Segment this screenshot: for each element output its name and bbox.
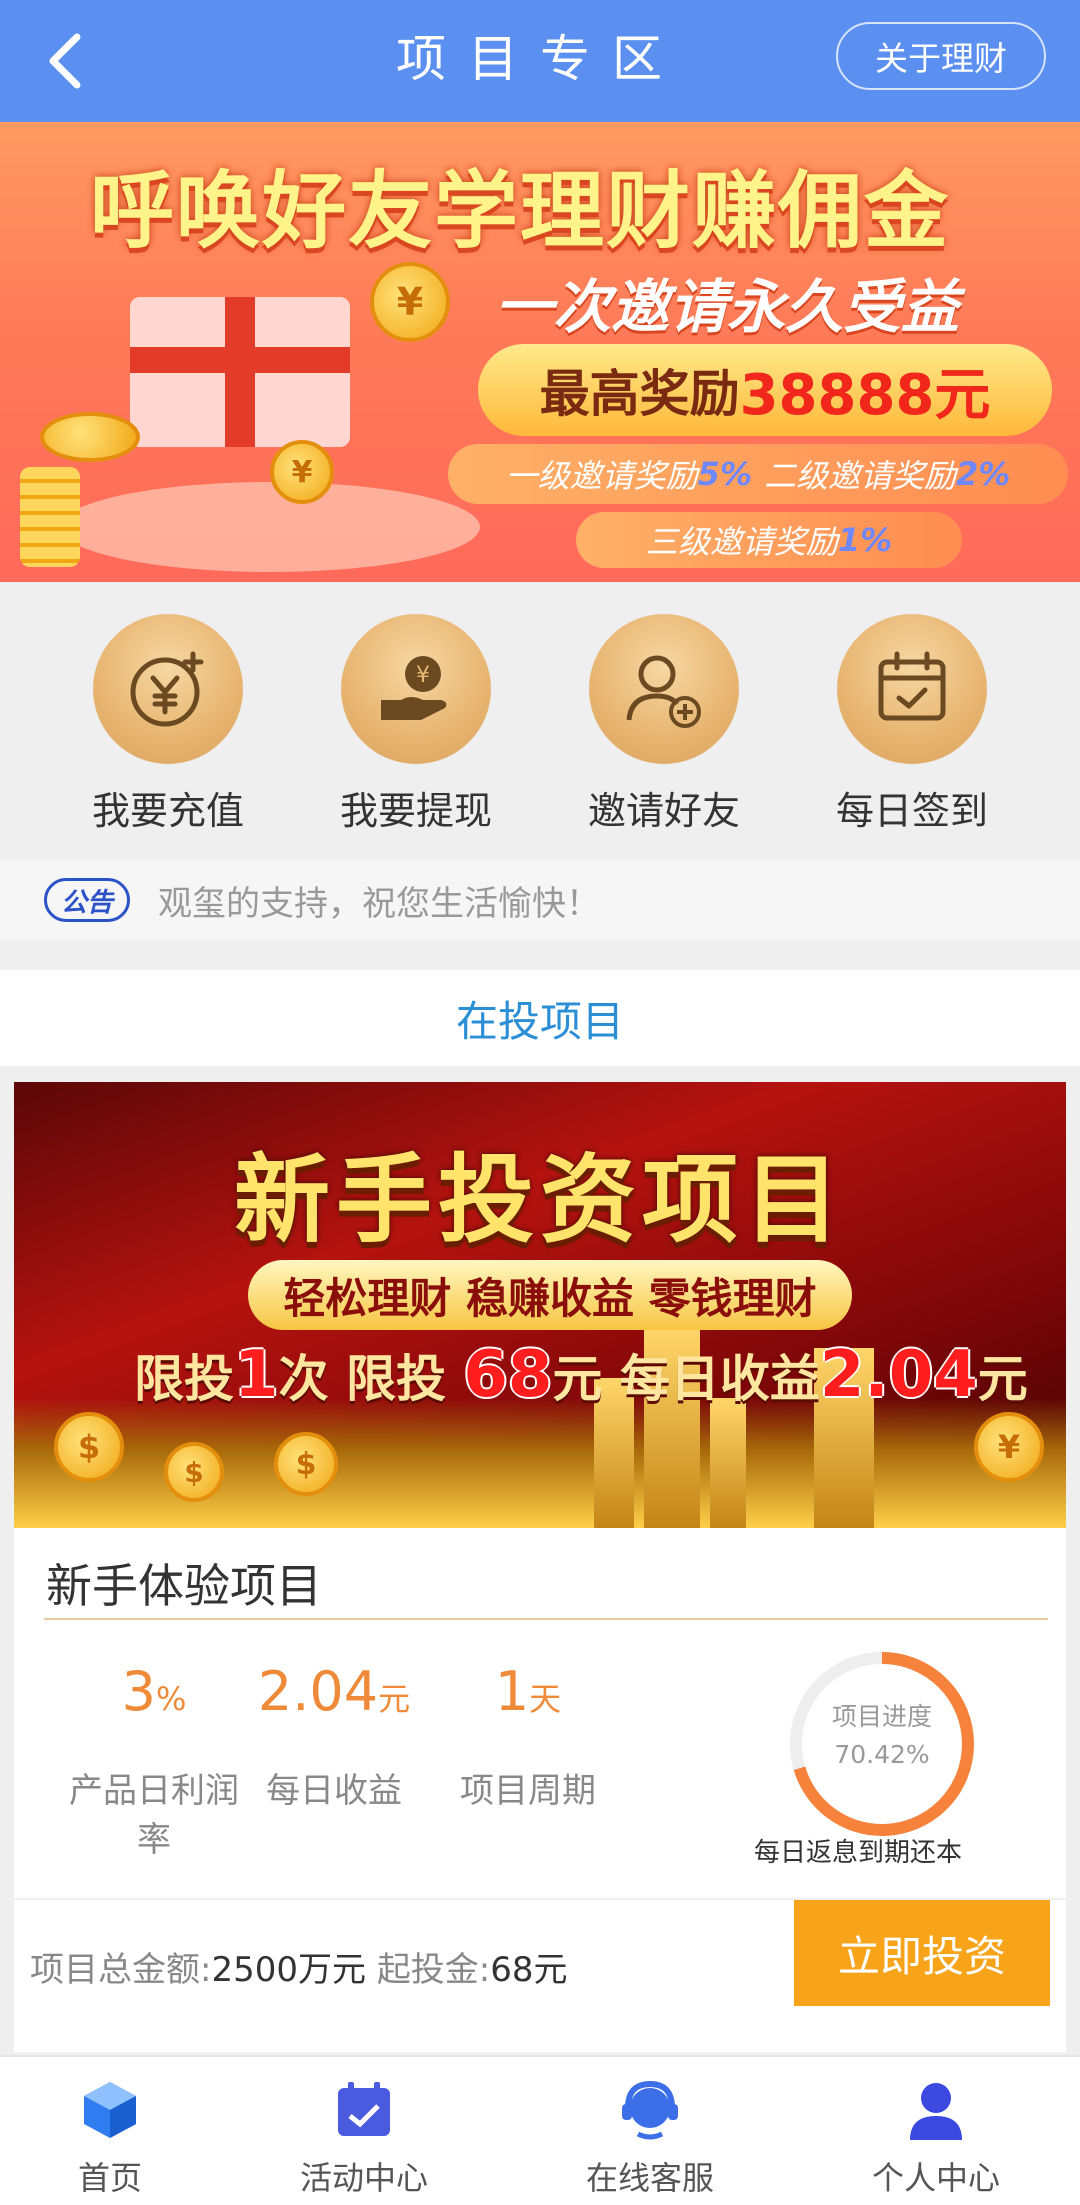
withdraw-button[interactable]: ¥ 我要提现 [316, 614, 516, 835]
total-label: 项目总金额: [30, 1950, 212, 1990]
add-user-icon [589, 614, 739, 764]
banner-unit: 元 [977, 1350, 1028, 1408]
svg-text:¥: ¥ [416, 663, 430, 688]
recharge-button[interactable]: 我要充值 [68, 614, 268, 835]
nav-activity-center[interactable]: 活动中心 [264, 2075, 464, 2199]
stat-daily-rate: 3% 产品日利润率 [54, 1660, 254, 1861]
quick-actions: 我要充值 ¥ 我要提现 邀请好友 每日签到 [0, 582, 1080, 860]
project-banner[interactable]: $ $ $ ¥ 新手投资项目 轻松理财 稳赚收益 零钱理财 限投1次 限投 68… [14, 1082, 1066, 1528]
calendar-check-icon [837, 614, 987, 764]
banner-subhead: 一次邀请永久受益 [495, 273, 960, 341]
coin-illustration [40, 412, 140, 462]
yuan-plus-icon [93, 614, 243, 764]
nav-label: 在线客服 [585, 2159, 714, 2197]
project-banner-tagline: 轻松理财 稳赚收益 零钱理财 [248, 1260, 852, 1330]
about-finance-button[interactable]: 关于理财 [836, 22, 1046, 90]
reward-amount: 38888元 [739, 362, 991, 428]
level2-text: 二级邀请奖励 [764, 457, 957, 495]
nav-profile[interactable]: 个人中心 [836, 2075, 1036, 2199]
invite-banner[interactable]: ¥ ¥ 呼唤好友学理财赚佣金 一次邀请永久受益 最高奖励 38888元 一级邀请… [0, 122, 1080, 582]
banner-headline: 呼唤好友学理财赚佣金 [90, 162, 951, 260]
invite-friend-label: 邀请好友 [587, 789, 740, 833]
progress-ring: 项目进度 70.42% [784, 1646, 980, 1842]
coin-illustration: $ [274, 1432, 338, 1496]
bottom-nav: 首页 活动中心 在线客服 个人中心 [0, 2055, 1080, 2205]
hand-money-icon: ¥ [341, 614, 491, 764]
level3-reward-pill: 三级邀请奖励 1% [576, 512, 962, 568]
level3-pct: 1% [837, 521, 893, 559]
level1-text: 一级邀请奖励 [505, 457, 698, 495]
progress-caption: 每日返息到期还本 [754, 1838, 963, 1868]
announcement-text: 观玺的支持，祝您生活愉快！ [158, 883, 600, 924]
nav-label: 个人中心 [871, 2159, 1000, 2197]
max-reward-pill: 最高奖励 38888元 [478, 344, 1052, 436]
stat-label: 产品日利润率 [69, 1771, 239, 1860]
announcement-bar[interactable]: 公告 观玺的支持，祝您生活愉快！ [0, 860, 1080, 940]
home-cube-icon [75, 2075, 145, 2145]
banner-limit-amount: 68 [463, 1338, 553, 1412]
level2-pct: 2% [956, 455, 1011, 493]
coin-illustration: $ [54, 1412, 124, 1482]
stat-value: 2.04元 [257, 1660, 411, 1723]
divider [44, 1618, 1048, 1620]
project-card: $ $ $ ¥ 新手投资项目 轻松理财 稳赚收益 零钱理财 限投1次 限投 68… [14, 1082, 1066, 2052]
amount-info: 项目总金额:2500万元 起投金:68元 [30, 1942, 568, 1991]
stat-value: 3% [121, 1660, 187, 1723]
headset-icon [615, 2075, 685, 2145]
nav-label: 活动中心 [299, 2159, 428, 2197]
coin-illustration: ¥ [270, 440, 334, 504]
nav-online-service[interactable]: 在线客服 [550, 2075, 750, 2199]
banner-limit-b: 次 限投 [278, 1350, 446, 1408]
stat-label: 每日收益 [266, 1771, 402, 1811]
daily-checkin-label: 每日签到 [835, 789, 988, 833]
announcement-badge: 公告 [44, 878, 130, 922]
project-banner-title: 新手投资项目 [234, 1144, 846, 1256]
project-banner-limits: 限投1次 限投 68元 每日收益2.04元 [134, 1338, 1028, 1412]
level3-text: 三级邀请奖励 [645, 523, 838, 561]
withdraw-label: 我要提现 [339, 789, 492, 833]
banner-limit-a: 限投 [134, 1350, 234, 1408]
progress-label: 项目进度 [831, 1702, 932, 1731]
invite-friend-button[interactable]: 邀请好友 [564, 614, 764, 835]
banner-limit-c: 元 每日收益 [552, 1350, 820, 1408]
nav-label: 首页 [77, 2159, 142, 2197]
coin-illustration: ¥ [370, 262, 450, 342]
banner-daily-return: 2.04 [819, 1338, 978, 1412]
building-illustration [710, 1398, 746, 1528]
nav-home[interactable]: 首页 [10, 2075, 210, 2199]
level1-pct: 5% [697, 455, 752, 493]
project-name: 新手体验项目 [46, 1559, 322, 1613]
stat-daily-income: 2.04元 每日收益 [234, 1660, 434, 1812]
progress-text: 项目进度 70.42% [784, 1698, 980, 1774]
coin-illustration: $ [164, 1442, 224, 1502]
calendar-icon [329, 2075, 399, 2145]
daily-checkin-button[interactable]: 每日签到 [812, 614, 1012, 835]
top-bar: 项目专区 关于理财 [0, 0, 1080, 122]
progress-value: 70.42% [834, 1740, 930, 1769]
coin-stack-illustration [20, 467, 80, 567]
banner-platform [60, 482, 480, 572]
stat-project-cycle: 1天 项目周期 [428, 1660, 628, 1812]
coin-illustration: ¥ [974, 1412, 1044, 1482]
stat-label: 项目周期 [460, 1771, 596, 1811]
min-value: 68元 [490, 1950, 568, 1990]
stat-value: 1天 [494, 1660, 562, 1723]
reward-prefix: 最高奖励 [539, 365, 740, 423]
min-label: 起投金: [376, 1950, 491, 1990]
total-value: 2500万元 [211, 1950, 366, 1990]
level12-reward-pill: 一级邀请奖励 5% 二级邀请奖励 2% [448, 444, 1068, 504]
recharge-label: 我要充值 [91, 789, 244, 833]
invest-now-button[interactable]: 立即投资 [794, 1900, 1050, 2006]
gift-box-illustration [130, 297, 350, 447]
banner-limit-count: 1 [234, 1338, 279, 1412]
section-title: 在投项目 [0, 970, 1080, 1066]
user-icon [901, 2075, 971, 2145]
